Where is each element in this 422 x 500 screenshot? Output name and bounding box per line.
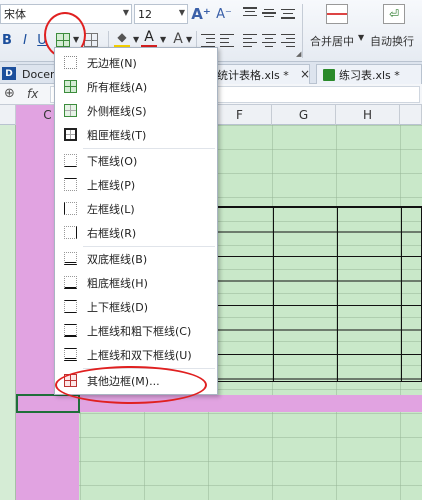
tab-file1[interactable]: 统计表格.xls * xyxy=(210,64,310,84)
active-cell[interactable] xyxy=(16,394,80,413)
merge-center-button[interactable]: 合并居中 xyxy=(310,33,354,49)
red-annotation-ellipse xyxy=(55,366,207,404)
chevron-down-icon: ▼ xyxy=(178,8,185,17)
menu-item-double-bottom-border[interactable]: 双底框线(B) xyxy=(56,247,216,271)
clear-format-icon[interactable]: A xyxy=(170,30,186,48)
close-icon[interactable]: × xyxy=(300,67,310,81)
menu-item-label: 左框线(L) xyxy=(87,203,135,216)
menu-item-label: 上框线(P) xyxy=(87,179,136,192)
column-header-h[interactable]: H xyxy=(336,105,400,125)
zoom-icon[interactable]: ⊕ xyxy=(4,86,15,101)
cell-style-icon[interactable] xyxy=(84,33,98,47)
menu-item-outside-borders[interactable]: 外侧框线(S) xyxy=(56,99,216,123)
merge-center-icon[interactable] xyxy=(326,4,348,24)
fill-color-icon[interactable]: ◆ xyxy=(114,30,130,44)
column-header-i[interactable] xyxy=(400,105,422,125)
top-thick-bottom-border-icon xyxy=(64,324,77,337)
no-border-icon xyxy=(64,56,77,69)
menu-item-right-border[interactable]: 右框线(R) xyxy=(56,221,216,245)
menu-item-label: 所有框线(A) xyxy=(87,81,148,94)
left-border-icon xyxy=(64,202,77,215)
spreadsheet-file-icon xyxy=(323,68,335,81)
column-header-g[interactable]: G xyxy=(272,105,336,125)
row-header-strip[interactable] xyxy=(0,125,16,500)
select-all-corner[interactable] xyxy=(0,105,16,125)
thick-box-border-icon xyxy=(64,128,77,141)
chevron-down-icon[interactable]: ▼ xyxy=(160,35,166,44)
font-name-value: 宋体 xyxy=(4,8,26,21)
top-border-icon xyxy=(64,178,77,191)
thick-bottom-border-icon xyxy=(64,276,77,289)
double-bottom-border-icon xyxy=(64,252,77,265)
menu-item-thick-bottom-border[interactable]: 粗底框线(H) xyxy=(56,271,216,295)
indent-icon[interactable] xyxy=(201,33,215,47)
menu-item-no-border[interactable]: 无边框(N) xyxy=(56,51,216,75)
menu-item-label: 粗匣框线(T) xyxy=(87,129,147,142)
tab-file2-label: 练习表.xls * xyxy=(339,68,400,82)
menu-item-top-double-bottom-border[interactable]: 上框线和双下框线(U) xyxy=(56,343,216,367)
tab-docer-label: Docer xyxy=(22,68,55,81)
menu-item-label: 下框线(O) xyxy=(87,155,138,168)
menu-item-all-borders[interactable]: 所有框线(A) xyxy=(56,75,216,99)
docer-logo-icon: D xyxy=(2,67,16,80)
wrap-text-button[interactable]: 自动换行 xyxy=(370,33,414,49)
menu-item-left-border[interactable]: 左框线(L) xyxy=(56,197,216,221)
menu-item-top-border[interactable]: 上框线(P) xyxy=(56,173,216,197)
launcher-icon[interactable]: ◢ xyxy=(296,50,301,58)
bottom-border-icon xyxy=(64,154,77,167)
align-top-icon[interactable] xyxy=(243,6,257,20)
align-center-icon[interactable] xyxy=(262,33,276,47)
italic-button[interactable]: I xyxy=(18,31,32,49)
menu-item-thick-box-border[interactable]: 粗匣框线(T) xyxy=(56,123,216,147)
font-color-button[interactable]: A xyxy=(141,29,157,45)
align-middle-icon[interactable] xyxy=(262,6,276,20)
top-double-bottom-border-icon xyxy=(64,348,77,361)
all-borders-icon xyxy=(64,80,77,93)
menu-item-label: 右框线(R) xyxy=(87,227,137,240)
insert-function-button[interactable]: fx xyxy=(27,87,38,101)
top-bottom-border-icon xyxy=(64,300,77,313)
outdent-icon[interactable] xyxy=(220,33,234,47)
font-size-value: 12 xyxy=(138,7,152,21)
menu-item-top-thick-bottom-border[interactable]: 上框线和粗下框线(C) xyxy=(56,319,216,343)
bordered-table-range[interactable] xyxy=(208,206,422,382)
menu-item-label: 上框线和粗下框线(C) xyxy=(87,325,192,338)
grow-font-button[interactable]: A⁺ xyxy=(191,3,211,25)
border-dropdown-menu: 无边框(N) 所有框线(A) 外侧框线(S) 粗匣框线(T) 下框线(O) 上框… xyxy=(54,47,218,395)
font-size-combo[interactable]: 12 ▼ xyxy=(134,4,188,24)
shrink-font-button[interactable]: A⁻ xyxy=(214,3,234,25)
menu-item-label: 外侧框线(S) xyxy=(87,105,147,118)
align-left-icon[interactable] xyxy=(243,33,257,47)
chevron-down-icon: ▼ xyxy=(122,8,129,17)
menu-item-top-bottom-border[interactable]: 上下框线(D) xyxy=(56,295,216,319)
tab-file2[interactable]: 练习表.xls * xyxy=(316,64,422,84)
chevron-down-icon[interactable]: ▼ xyxy=(358,33,364,42)
menu-item-label: 上框线和双下框线(U) xyxy=(87,349,192,362)
menu-item-label: 双底框线(B) xyxy=(87,253,148,266)
wrap-text-icon[interactable]: ⏎ xyxy=(383,4,405,24)
right-border-icon xyxy=(64,226,77,239)
menu-item-label: 上下框线(D) xyxy=(87,301,149,314)
menu-item-bottom-border[interactable]: 下框线(O) xyxy=(56,149,216,173)
align-right-icon[interactable] xyxy=(281,33,295,47)
chevron-down-icon[interactable]: ▼ xyxy=(186,35,192,44)
menu-item-label: 无边框(N) xyxy=(87,57,137,70)
menu-item-label: 粗底框线(H) xyxy=(87,277,148,290)
tab-file1-label: 统计表格.xls * xyxy=(217,68,289,82)
chevron-down-icon[interactable]: ▼ xyxy=(133,35,139,44)
align-bottom-icon[interactable] xyxy=(281,6,295,20)
bold-button[interactable]: B xyxy=(0,31,14,49)
outside-borders-icon xyxy=(64,104,77,117)
